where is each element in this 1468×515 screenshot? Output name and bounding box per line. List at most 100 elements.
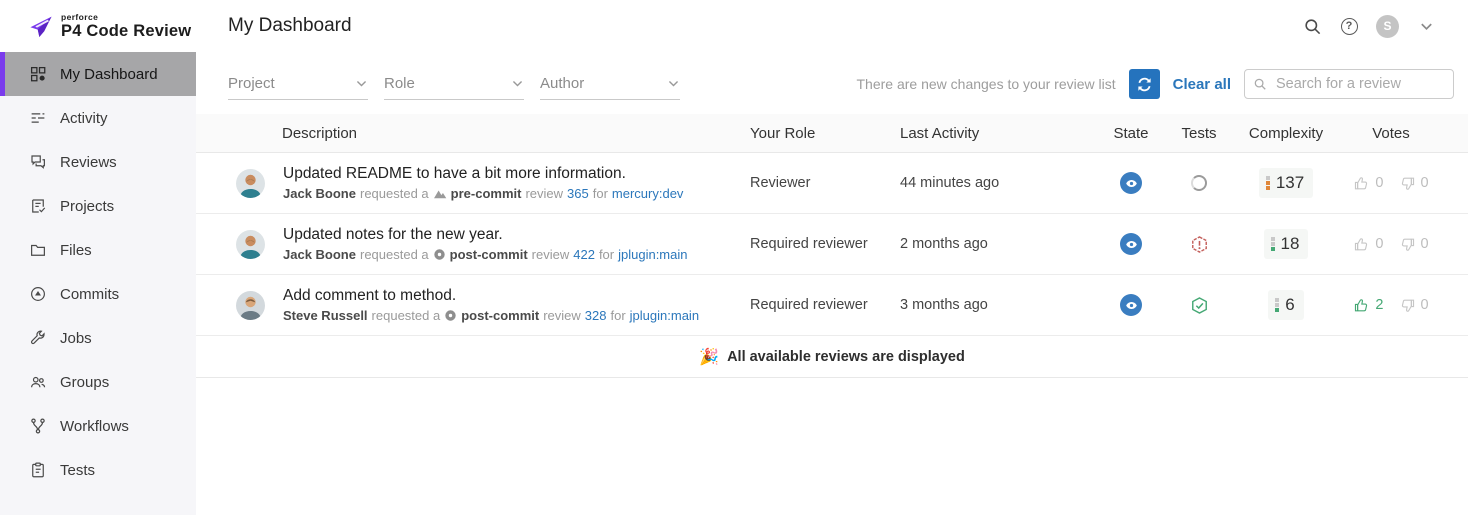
tests-passed-icon — [1191, 296, 1207, 314]
party-popper-icon: 🎉 — [699, 348, 720, 366]
complexity-meter-icon — [1270, 237, 1275, 251]
tests-cell — [1162, 296, 1236, 315]
review-subline: Steve Russell requested a post-commit re… — [283, 308, 699, 323]
table-row[interactable]: Add comment to method. Steve Russell req… — [196, 275, 1468, 336]
vote-up-count: 2 — [1375, 297, 1384, 313]
sidebar-item-activity[interactable]: Activity — [0, 96, 196, 140]
sidebar-item-jobs[interactable]: Jobs — [0, 316, 196, 360]
chevron-down-icon — [356, 80, 367, 87]
vote-up: 2 — [1353, 297, 1384, 314]
brand-logo[interactable]: perforce P4 Code Review — [0, 11, 196, 41]
complexity-meter-icon — [1275, 298, 1280, 312]
description-text: Updated notes for the new year. Jack Boo… — [283, 226, 687, 262]
perforce-logo-icon — [30, 16, 52, 37]
requested-text: requested a — [359, 186, 429, 201]
votes-cell: 0 0 — [1336, 236, 1446, 253]
clear-all-link[interactable]: Clear all — [1173, 76, 1231, 93]
complexity-value: 137 — [1275, 173, 1305, 192]
complexity-meter-icon — [1265, 176, 1270, 190]
sidebar-item-groups[interactable]: Groups — [0, 360, 196, 404]
header-tests: Tests — [1181, 124, 1217, 142]
for-word: for — [598, 247, 615, 262]
app-window: perforce P4 Code Review My Dashboard ? S… — [0, 0, 1468, 515]
project-filter-label: Project — [228, 75, 275, 92]
help-icon[interactable]: ? — [1339, 16, 1359, 36]
sidebar-item-files[interactable]: Files — [0, 228, 196, 272]
review-target-link[interactable]: jplugin:main — [630, 308, 699, 323]
page-title: My Dashboard — [228, 15, 352, 36]
workflows-icon — [31, 418, 45, 434]
refresh-button[interactable] — [1128, 69, 1160, 99]
vote-up-count: 0 — [1375, 175, 1384, 191]
commit-type-label: post-commit — [461, 308, 540, 323]
reviews-table: Description Your Role Last Activity Stat… — [196, 114, 1468, 378]
needs-review-eye-icon — [1120, 294, 1142, 316]
chevron-down-icon[interactable] — [1416, 16, 1436, 36]
needs-review-eye-icon — [1120, 233, 1142, 255]
table-row[interactable]: Updated README to have a bit more inform… — [196, 153, 1468, 214]
review-id-link[interactable]: 422 — [573, 247, 595, 262]
commit-type-icon — [433, 248, 446, 261]
complexity-badge: 137 — [1258, 168, 1314, 198]
sidebar-item-label: Groups — [60, 373, 110, 391]
review-title-link[interactable]: Updated notes for the new year. — [283, 226, 687, 244]
last-activity-cell: 3 months ago — [900, 297, 988, 313]
vote-down-count: 0 — [1420, 236, 1429, 252]
header-description: Description — [282, 124, 358, 142]
for-word: for — [610, 308, 626, 323]
review-title-link[interactable]: Updated README to have a bit more inform… — [283, 165, 683, 183]
sidebar-item-projects[interactable]: Projects — [0, 184, 196, 228]
role-filter-dropdown[interactable]: Role — [384, 75, 524, 100]
vote-down: 0 — [1399, 175, 1429, 192]
description-text: Updated README to have a bit more inform… — [283, 165, 683, 201]
footer-message-text: All available reviews are displayed — [727, 348, 965, 365]
brand-name: P4 Code Review — [61, 22, 192, 40]
review-search — [1244, 69, 1454, 99]
description-cell: Updated notes for the new year. Jack Boo… — [236, 226, 750, 262]
table-row[interactable]: Updated notes for the new year. Jack Boo… — [196, 214, 1468, 275]
activity-icon — [31, 113, 45, 123]
project-filter-dropdown[interactable]: Project — [228, 75, 368, 100]
vote-down-count: 0 — [1420, 175, 1429, 191]
sidebar-item-my-dashboard[interactable]: My Dashboard — [0, 52, 196, 96]
complexity-badge: 6 — [1268, 290, 1304, 320]
search-icon[interactable] — [1302, 16, 1322, 36]
description-text: Add comment to method. Steve Russell req… — [283, 287, 699, 323]
sidebar-item-tests[interactable]: Tests — [0, 448, 196, 492]
dashboard-icon — [30, 66, 46, 82]
votes-cell: 0 0 — [1336, 175, 1446, 192]
review-id-link[interactable]: 365 — [567, 186, 589, 201]
search-icon — [1254, 78, 1266, 90]
thumbs-down-icon — [1401, 177, 1414, 190]
sidebar-item-label: Tests — [60, 461, 96, 479]
jobs-icon — [30, 330, 45, 345]
main-content: Project Role Author There are new change… — [196, 52, 1468, 515]
author-filter-dropdown[interactable]: Author — [540, 75, 680, 100]
thumbs-down-icon — [1401, 299, 1414, 312]
tests-failed-icon — [1191, 235, 1207, 253]
review-id-link[interactable]: 328 — [585, 308, 607, 323]
review-target-link[interactable]: jplugin:main — [618, 247, 687, 262]
author-filter-label: Author — [540, 75, 585, 92]
vote-down: 0 — [1399, 236, 1429, 253]
filter-toolbar: Project Role Author There are new change… — [196, 52, 1468, 100]
search-review-input[interactable] — [1244, 69, 1454, 99]
state-cell — [1100, 172, 1162, 194]
topbar-actions: ? S — [1302, 14, 1468, 38]
thumbs-down-icon — [1401, 238, 1414, 251]
state-cell — [1100, 294, 1162, 316]
description-cell: Add comment to method. Steve Russell req… — [236, 287, 750, 323]
header-your-role: Your Role — [750, 124, 816, 142]
review-title-link[interactable]: Add comment to method. — [283, 287, 699, 305]
sidebar-item-commits[interactable]: Commits — [0, 272, 196, 316]
sidebar-item-reviews[interactable]: Reviews — [0, 140, 196, 184]
post-commit-icon — [445, 310, 456, 321]
sidebar-item-label: My Dashboard — [60, 65, 158, 83]
commits-icon — [31, 287, 45, 301]
complexity-value: 18 — [1280, 234, 1300, 253]
post-commit-icon — [433, 249, 445, 260]
sidebar-item-workflows[interactable]: Workflows — [0, 404, 196, 448]
review-target-link[interactable]: mercury:dev — [612, 186, 684, 201]
user-avatar[interactable]: S — [1376, 14, 1399, 38]
brand-text: perforce P4 Code Review — [61, 12, 192, 40]
